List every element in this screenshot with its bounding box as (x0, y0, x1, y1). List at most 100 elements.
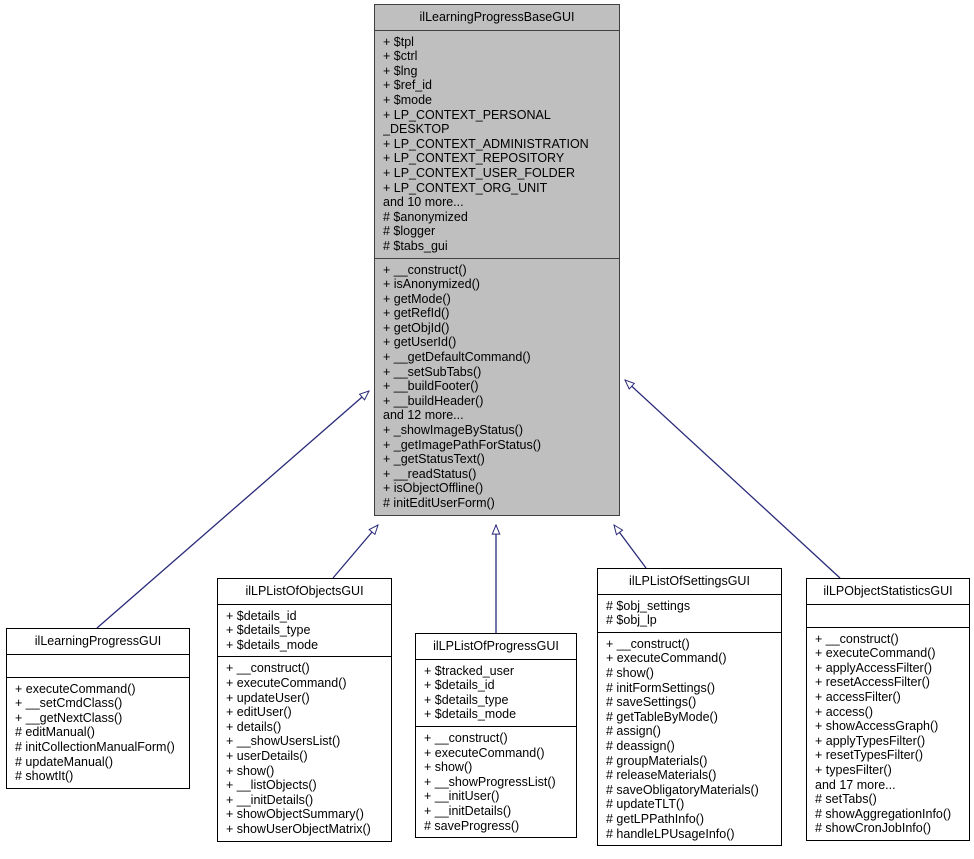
class-methods: + __construct() + executeCommand() + sho… (416, 727, 576, 837)
method: # getTableByMode() (606, 709, 718, 724)
attribute-continuation: _DESKTOP (383, 122, 450, 137)
method: # initFormSettings() (606, 680, 716, 695)
attribute: # $anonymized (383, 209, 468, 224)
method: # show() (606, 665, 654, 680)
class-title: ilLPListOfSettingsGUI (629, 574, 750, 588)
method: # initCollectionManualForm() (15, 739, 175, 754)
attribute: # $logger (383, 224, 436, 239)
class-box-ilLearningProgressBaseGUI[interactable]: ilLearningProgressBaseGUI + $tpl + $ctrl… (374, 4, 620, 516)
class-methods: + __construct() + executeCommand() + app… (807, 628, 969, 840)
class-attributes: + $tpl + $ctrl + $lng + $ref_id + $mode … (375, 31, 619, 258)
method: + showObjectSummary() (226, 807, 364, 822)
class-attributes: + $tracked_user + $details_id + $details… (416, 660, 576, 726)
method: + getRefId() (383, 306, 450, 321)
method: # deassign() (606, 738, 675, 753)
method: + details() (226, 719, 282, 734)
method: # releaseMaterials() (606, 768, 717, 783)
method: # editManual() (15, 725, 95, 740)
attribute: + $details_mode (424, 707, 517, 722)
method: + applyAccessFilter() (815, 660, 933, 675)
method: + isObjectOffline() (383, 481, 484, 496)
method: + __buildFooter() (383, 379, 479, 394)
method: + __showProgressList() (424, 774, 556, 789)
method: + isAnonymized() (383, 277, 480, 292)
class-box-ilLPListOfSettingsGUI[interactable]: ilLPListOfSettingsGUI # $obj_settings # … (597, 568, 782, 847)
method: + getUserId() (383, 335, 457, 350)
class-box-ilLPListOfObjectsGUI[interactable]: ilLPListOfObjectsGUI + $details_id + $de… (217, 578, 392, 842)
method: + __construct() (815, 631, 899, 646)
class-box-ilLPListOfProgressGUI[interactable]: ilLPListOfProgressGUI + $tracked_user + … (415, 633, 577, 839)
method: # saveSettings() (606, 695, 697, 710)
class-attributes: + $details_id + $details_type + $details… (218, 605, 391, 657)
class-methods: + __construct() + isAnonymized() + getMo… (375, 259, 619, 515)
method: # showtIt() (15, 769, 74, 784)
method: # updateTLT() (606, 797, 685, 812)
class-title: ilLearningProgressBaseGUI (419, 10, 575, 24)
method: # saveProgress() (424, 818, 520, 833)
attribute: + $tpl (383, 34, 414, 49)
method: + __getDefaultCommand() (383, 350, 531, 365)
class-box-ilLPObjectStatisticsGUI[interactable]: ilLPObjectStatisticsGUI + __construct() … (806, 578, 970, 841)
class-title: ilLPListOfObjectsGUI (245, 584, 364, 598)
method: + executeCommand() (815, 646, 936, 661)
method: # setTabs() (815, 792, 877, 807)
method: # saveObligatoryMaterials() (606, 782, 759, 797)
method: + applyTypesFilter() (815, 733, 926, 748)
method: + resetAccessFilter() (815, 675, 930, 690)
method: + __buildHeader() (383, 393, 484, 408)
method: + _getImagePathForStatus() (383, 437, 542, 452)
attribute: + $ctrl (383, 49, 418, 64)
class-title: ilLPListOfProgressGUI (433, 639, 559, 653)
method: + executeCommand() (424, 745, 545, 760)
attribute: + $details_mode (226, 637, 319, 652)
method: + showAccessGraph() (815, 719, 939, 734)
attribute: + $mode (383, 92, 432, 107)
method: + __showUsersList() (226, 734, 341, 749)
method: + showUserObjectMatrix() (226, 821, 371, 836)
method: + __initDetails() (424, 803, 512, 818)
method: # initEditUserForm() (383, 496, 495, 510)
method: + __getNextClass() (15, 710, 123, 725)
class-title: ilLearningProgressGUI (34, 634, 162, 648)
edge-list-of-objects-gui-to-base (332, 525, 378, 579)
attribute: + LP_CONTEXT_ORG_UNIT (383, 180, 548, 195)
attribute: + $details_type (226, 623, 311, 638)
attribute: + LP_CONTEXT_REPOSITORY (383, 151, 565, 166)
attribute: + LP_CONTEXT_PERSONAL (383, 107, 551, 122)
method: # showAggregationInfo() (815, 806, 952, 821)
methods-more-label: and 17 more... (815, 777, 896, 792)
method: + __construct() (226, 661, 310, 676)
attribute: # $obj_settings (606, 598, 691, 613)
method: + typesFilter() (815, 762, 892, 777)
attribute: + LP_CONTEXT_ADMINISTRATION (383, 136, 589, 151)
method: # updateManual() (15, 754, 113, 769)
method: + show() (424, 760, 473, 775)
attribute: # $tabs_gui (383, 238, 448, 253)
class-methods: + executeCommand() + __setCmdClass() + _… (7, 678, 189, 788)
class-title: ilLPObjectStatisticsGUI (823, 584, 953, 598)
method: + __readStatus() (383, 466, 477, 481)
method: # getLPPathInfo() (606, 811, 704, 826)
method: + updateUser() (226, 690, 310, 705)
method: + show() (226, 763, 275, 778)
method: + executeCommand() (606, 651, 727, 666)
edge-list-of-settings-gui-to-base (614, 525, 647, 569)
method: + __construct() (383, 262, 467, 277)
method: + resetTypesFilter() (815, 748, 924, 763)
class-box-ilLearningProgressGUI[interactable]: ilLearningProgressGUI + executeCommand()… (6, 628, 190, 789)
attributes-more-label: and 10 more... (383, 195, 464, 210)
method: + editUser() (226, 705, 292, 720)
method: + __initDetails() (226, 792, 314, 807)
method: + _getStatusText() (383, 452, 485, 467)
method: + __setCmdClass() (15, 696, 123, 711)
method: + access() (815, 704, 874, 719)
uml-class-diagram: ilLearningProgressBaseGUI + $tpl + $ctrl… (0, 0, 974, 859)
class-attributes (807, 605, 969, 627)
attribute: + $tracked_user (424, 663, 514, 678)
attribute: # $obj_lp (606, 613, 657, 628)
method: + getObjId() (383, 320, 450, 335)
class-methods: + __construct() + executeCommand() # sho… (598, 633, 781, 845)
method: + executeCommand() (15, 681, 136, 696)
attribute: + LP_CONTEXT_USER_FOLDER (383, 165, 576, 180)
method: + userDetails() (226, 748, 308, 763)
